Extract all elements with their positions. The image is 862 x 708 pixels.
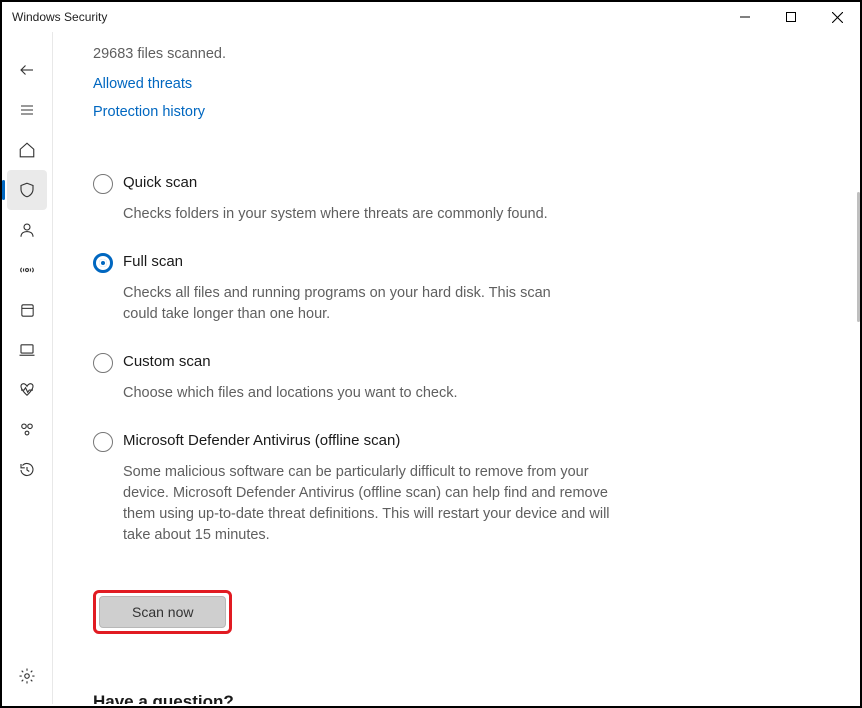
radio-icon [93,174,113,194]
minimize-button[interactable] [722,2,768,32]
family-icon [18,421,36,439]
allowed-threats-link[interactable]: Allowed threats [93,76,820,92]
shield-icon [18,181,36,199]
back-arrow-icon [18,61,36,79]
sidebar [2,32,52,704]
sidebar-item-protection-history[interactable] [7,450,47,490]
option-desc: Checks all files and running programs on… [123,283,573,325]
sidebar-item-device-performance[interactable] [7,370,47,410]
close-button[interactable] [814,2,860,32]
network-icon [18,261,36,279]
heart-pulse-icon [18,381,36,399]
sidebar-item-home[interactable] [7,130,47,170]
sidebar-item-settings[interactable] [7,656,47,696]
sidebar-item-virus-protection[interactable] [7,170,47,210]
option-label: Microsoft Defender Antivirus (offline sc… [123,432,400,449]
laptop-icon [18,341,36,359]
option-label: Quick scan [123,174,197,191]
radio-icon [93,253,113,273]
window-controls [722,2,860,32]
protection-history-link[interactable]: Protection history [93,104,820,120]
option-desc: Checks folders in your system where thre… [123,204,613,225]
maximize-button[interactable] [768,2,814,32]
scan-status-text: 29683 files scanned. [93,46,820,62]
menu-button[interactable] [7,90,47,130]
titlebar: Windows Security [2,2,860,32]
back-button[interactable] [7,50,47,90]
scan-now-button[interactable]: Scan now [99,596,226,628]
sidebar-item-account[interactable] [7,210,47,250]
option-label: Custom scan [123,353,211,370]
option-custom-scan[interactable]: Custom scan [93,353,820,373]
option-offline-scan[interactable]: Microsoft Defender Antivirus (offline sc… [93,432,820,452]
sidebar-item-firewall[interactable] [7,250,47,290]
hamburger-icon [19,102,35,118]
option-desc: Choose which files and locations you wan… [123,383,613,404]
sidebar-item-app-browser[interactable] [7,290,47,330]
option-full-scan[interactable]: Full scan [93,253,820,273]
option-quick-scan[interactable]: Quick scan [93,174,820,194]
scan-now-highlight: Scan now [93,590,232,634]
scrollbar[interactable] [856,32,860,704]
sidebar-item-device-security[interactable] [7,330,47,370]
option-desc: Some malicious software can be particula… [123,462,613,546]
history-icon [18,461,36,479]
home-icon [18,141,36,159]
sidebar-item-family[interactable] [7,410,47,450]
gear-icon [18,667,36,685]
option-label: Full scan [123,253,183,270]
person-icon [18,221,36,239]
scrollbar-thumb[interactable] [857,192,860,322]
window-title: Windows Security [12,10,107,24]
radio-icon [93,432,113,452]
radio-icon [93,353,113,373]
have-question-heading: Have a question? [93,692,820,704]
main-content: 29683 files scanned. Allowed threats Pro… [53,32,860,704]
app-icon [19,302,36,319]
